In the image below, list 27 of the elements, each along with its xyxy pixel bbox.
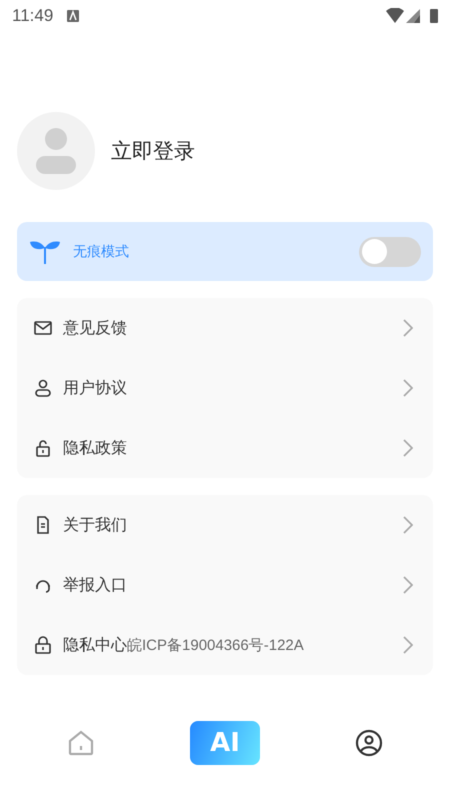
icp-license-text: 皖ICP备19004366号-122A	[127, 636, 305, 654]
mail-icon	[33, 318, 53, 338]
unlock-icon	[33, 438, 53, 458]
menu-item[interactable]: 意见反馈	[63, 318, 393, 338]
status-icons-drawing	[386, 8, 440, 24]
login-link[interactable]: 立即登录	[111, 137, 195, 165]
incognito-label: 无痕模式	[73, 242, 130, 260]
profile-icon[interactable]	[354, 729, 383, 757]
menu-item[interactable]: 关于我们	[63, 514, 393, 536]
lock-icon	[33, 635, 53, 655]
sprout-icon	[29, 238, 61, 264]
menu-item[interactable]: 隐私中心	[63, 634, 127, 656]
menu-item[interactable]: 举报入口	[63, 574, 393, 596]
home-icon[interactable]	[67, 729, 96, 757]
chevron-right-icon	[403, 379, 413, 397]
chevron-right-icon	[403, 576, 413, 594]
chevron-right-icon	[403, 439, 413, 457]
person-silhouette-icon	[36, 126, 76, 176]
incognito-toggle[interactable]	[359, 236, 421, 266]
menu-item[interactable]: 隐私政策	[63, 438, 393, 458]
chevron-right-icon	[403, 516, 413, 534]
menu-item[interactable]: 用户协议	[63, 378, 393, 398]
notification-icon	[67, 10, 80, 22]
chevron-right-icon	[403, 636, 413, 654]
status-time: 11:49	[12, 6, 54, 26]
chevron-right-icon	[403, 319, 413, 337]
user-icon	[33, 378, 53, 398]
